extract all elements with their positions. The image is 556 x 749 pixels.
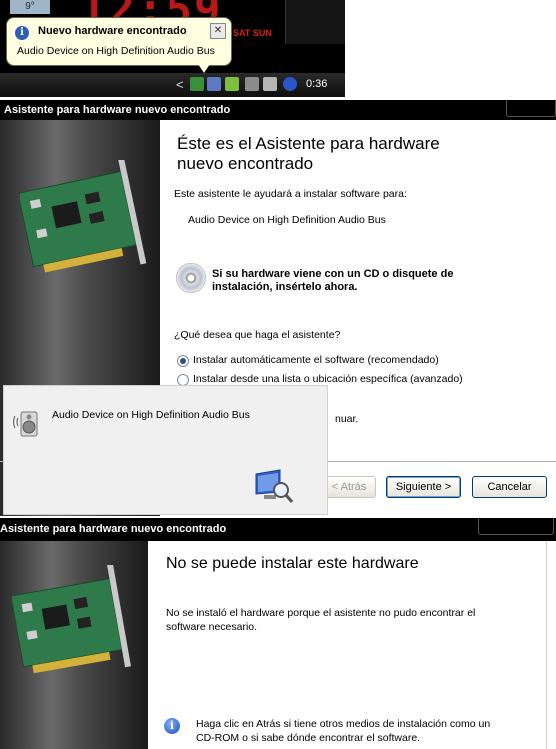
title-bar[interactable]: Asistente para hardware nuevo encontrado [0, 100, 556, 120]
tray-expand-icon[interactable]: < [176, 77, 184, 92]
cd-icon [176, 263, 206, 293]
back-button[interactable]: < Atrás [322, 476, 376, 498]
hardware-wizard-error-window: Asistente para hardware nuevo encontrado… [0, 518, 556, 749]
radio-install-automatic[interactable] [177, 355, 189, 367]
hint-message-line1: Haga clic en Atrás si tiene otros medios… [196, 718, 491, 730]
page-title: Éste es el Asistente para hardware nuevo… [177, 134, 477, 174]
page-title-line2: nuevo encontrado [177, 154, 314, 173]
hint-message-line2: CD-ROM o si sabe dónde encontrar el soft… [196, 732, 421, 744]
speaker-icon [13, 411, 38, 437]
page-title: No se puede instalar este hardware [166, 555, 419, 572]
taskbar: < 0:36 [0, 73, 345, 97]
next-button[interactable]: Siguiente > [386, 476, 461, 498]
info-icon: i [15, 26, 29, 40]
window-controls[interactable] [506, 100, 556, 117]
hint-message: Haga clic en Atrás si tiene otros medios… [196, 717, 516, 745]
device-name: Audio Device on High Definition Audio Bu… [188, 214, 386, 226]
wizard-sidebar [0, 541, 148, 749]
error-message-line1: No se instaló el hardware porque el asis… [166, 607, 476, 619]
cd-prompt-line2: instalación, insértelo ahora. [212, 281, 358, 293]
clock-day-labels: SAT SUN [233, 28, 272, 38]
cd-prompt-line1: Si su hardware viene con un CD o disquet… [212, 268, 454, 280]
home-icon[interactable] [190, 77, 204, 91]
weather-temperature: 9° [10, 0, 50, 14]
title-bar[interactable]: Asistente para hardware nuevo encontrado [0, 518, 556, 541]
wizard-question: ¿Qué desea que haga el asistente? [174, 329, 341, 341]
tray-clock[interactable]: 0:36 [306, 78, 327, 90]
window-controls[interactable] [478, 518, 554, 535]
notification-balloon[interactable]: i Nuevo hardware encontrado ✕ Audio Devi… [6, 17, 232, 66]
network-icon[interactable] [207, 77, 221, 91]
window-edge [546, 541, 556, 749]
radio-install-automatic-label[interactable]: Instalar automáticamente el software (re… [193, 354, 439, 366]
error-message-line2: software necesario. [166, 621, 258, 633]
window-title: Asistente para hardware nuevo encontrado [0, 523, 227, 535]
close-icon[interactable]: ✕ [210, 23, 226, 39]
radio-install-from-list-label[interactable]: Instalar desde una lista o ubicación esp… [193, 373, 463, 385]
device-icon[interactable] [263, 77, 277, 91]
error-message: No se instaló el hardware porque el asis… [166, 606, 506, 634]
cd-prompt: Si su hardware viene con un CD o disquet… [212, 268, 512, 294]
device-install-popup: Audio Device on High Definition Audio Bu… [3, 385, 328, 515]
pci-card-icon [20, 160, 147, 273]
desktop-top-strip: 12:59 9° SAT SUN i Nuevo hardware encont… [0, 0, 345, 97]
display-icon[interactable] [245, 77, 259, 91]
widget-pane [285, 0, 345, 44]
installing-device-name: Audio Device on High Definition Audio Bu… [52, 409, 250, 421]
wizard-intro: Este asistente le ayudará a instalar sof… [174, 188, 407, 200]
info-icon: i [164, 718, 180, 734]
window-title: Asistente para hardware nuevo encontrado [4, 104, 231, 116]
hardware-icon[interactable] [225, 77, 239, 91]
monitor-search-icon [255, 469, 294, 503]
balloon-message: Audio Device on High Definition Audio Bu… [17, 45, 215, 57]
cancel-button[interactable]: Cancelar [472, 476, 547, 498]
page-title-line1: Éste es el Asistente para hardware [177, 134, 440, 153]
continue-instruction: nuar. [335, 413, 359, 425]
pci-card-icon [12, 565, 131, 674]
balloon-tail [196, 61, 212, 73]
bluetooth-icon[interactable] [283, 77, 297, 91]
balloon-title: Nuevo hardware encontrado [38, 25, 187, 37]
